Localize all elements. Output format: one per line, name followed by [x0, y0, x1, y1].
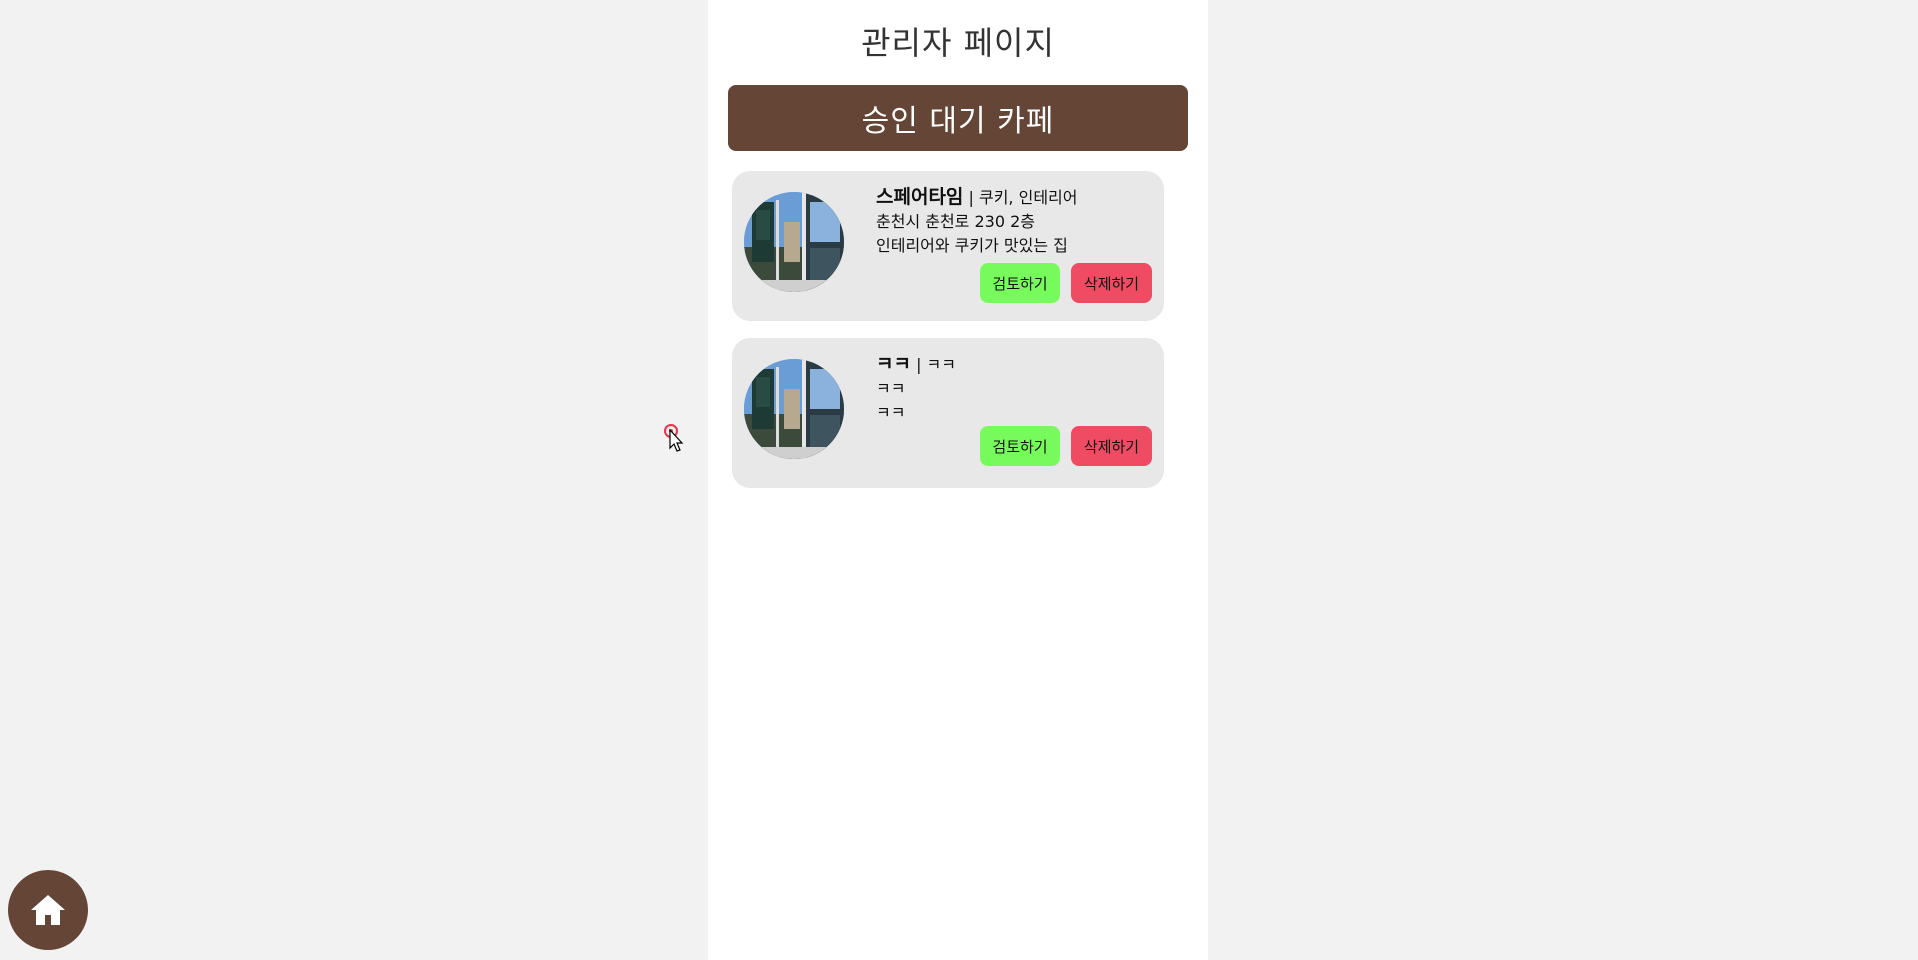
cafe-address: ㅋㅋ	[876, 379, 906, 398]
cafe-photo	[744, 192, 844, 292]
title-separator: |	[916, 355, 922, 374]
section-header: 승인 대기 카페	[728, 85, 1188, 151]
cafe-tags: 쿠키, 인테리어	[978, 188, 1078, 207]
cafe-photo-image	[744, 192, 844, 292]
home-icon	[31, 895, 65, 925]
cafe-info: ㅋㅋ | ㅋㅋ ㅋㅋ ㅋㅋ	[876, 352, 1156, 425]
delete-button[interactable]: 삭제하기	[1071, 263, 1152, 303]
page-title: 관리자 페이지	[861, 24, 1055, 62]
cafe-photo-image	[744, 359, 844, 459]
title-separator: |	[968, 188, 974, 207]
section-title: 승인 대기 카페	[861, 104, 1055, 139]
home-button[interactable]	[8, 870, 88, 950]
cafe-card: 스페어타임 | 쿠키, 인테리어 춘천시 춘천로 230 2층 인테리어와 쿠키…	[732, 171, 1164, 321]
cafe-title-line: ㅋㅋ | ㅋㅋ	[876, 352, 1156, 377]
mouse-pointer-icon	[664, 424, 684, 452]
cafe-title-line: 스페어타임 | 쿠키, 인테리어	[876, 185, 1156, 210]
cafe-description: ㅋㅋ	[876, 403, 906, 422]
cafe-info: 스페어타임 | 쿠키, 인테리어 춘천시 춘천로 230 2층 인테리어와 쿠키…	[876, 185, 1156, 258]
cafe-card: ㅋㅋ | ㅋㅋ ㅋㅋ ㅋㅋ 검토하기 삭제하기	[732, 338, 1164, 488]
cafe-photo	[744, 359, 844, 459]
cafe-name: ㅋㅋ	[876, 353, 911, 375]
review-button[interactable]: 검토하기	[980, 263, 1060, 303]
delete-button[interactable]: 삭제하기	[1071, 426, 1152, 466]
cafe-name: 스페어타임	[876, 186, 964, 208]
cafe-address: 춘천시 춘천로 230 2층	[876, 212, 1036, 231]
main-column: 관리자 페이지 승인 대기 카페 스페어타임 | 쿠키, 인테리어 춘천시 춘천…	[708, 0, 1208, 960]
review-button[interactable]: 검토하기	[980, 426, 1060, 466]
cafe-description: 인테리어와 쿠키가 맛있는 집	[876, 236, 1068, 255]
cafe-tags: ㅋㅋ	[926, 355, 956, 374]
